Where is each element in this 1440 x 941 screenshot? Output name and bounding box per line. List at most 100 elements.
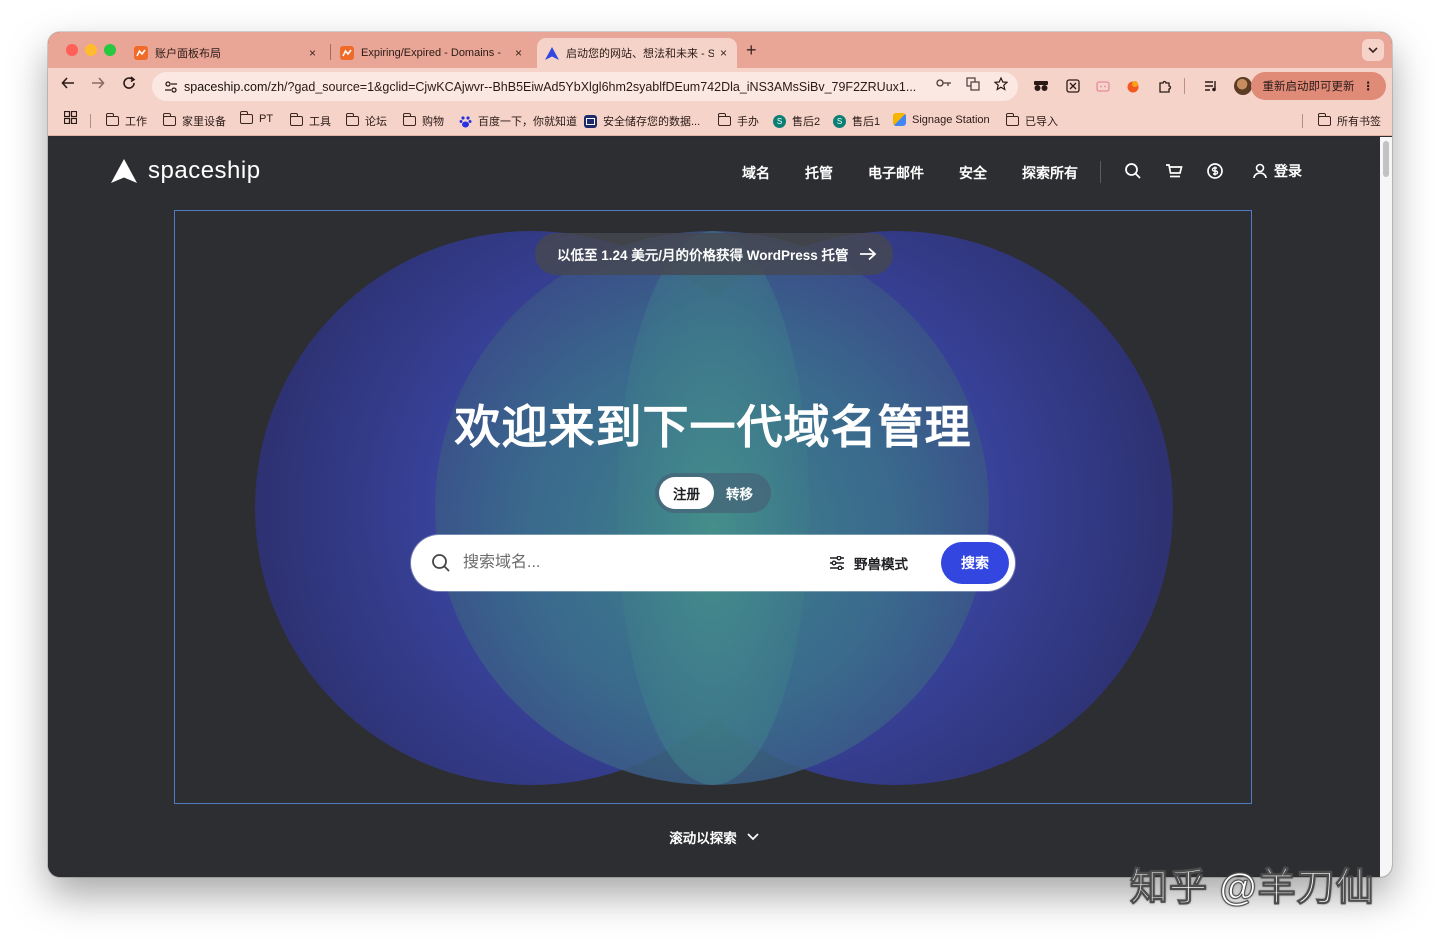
scrollbar-thumb[interactable] — [1383, 141, 1389, 177]
profile-avatar[interactable] — [1234, 77, 1252, 95]
zoom-window-button[interactable] — [104, 44, 116, 56]
bookmark-folder-shopping[interactable]: 购物 — [403, 113, 444, 129]
nav-explore-all[interactable]: 探索所有 — [1022, 163, 1078, 183]
minimize-window-button[interactable] — [85, 44, 97, 56]
folder-icon — [403, 113, 416, 126]
relaunch-update-button[interactable]: 重新启动即可更新 ⋮ — [1250, 72, 1386, 100]
site-header: spaceship 域名 托管 电子邮件 安全 探索所有 登录 — [48, 137, 1380, 207]
apps-grid-icon[interactable] — [64, 111, 77, 124]
tab-transfer[interactable]: 转移 — [712, 477, 767, 509]
tab-search-button[interactable] — [1362, 39, 1384, 61]
page-scrollbar[interactable] — [1380, 137, 1392, 877]
bookmark-divider — [90, 114, 91, 128]
bookmark-folder-home-devices[interactable]: 家里设备 — [163, 113, 226, 129]
bookmark-after-sales-1[interactable]: S 售后1 — [833, 113, 880, 129]
back-button[interactable] — [58, 76, 78, 95]
search-icon — [432, 554, 450, 572]
nav-email[interactable]: 电子邮件 — [868, 163, 924, 183]
login-button[interactable]: 登录 — [1253, 161, 1302, 181]
translate-icon[interactable] — [966, 77, 980, 94]
spaceship-logo[interactable]: spaceship — [110, 157, 261, 185]
toolbar-divider — [1184, 78, 1185, 94]
close-tab-icon[interactable]: × — [720, 46, 727, 60]
reload-icon — [123, 76, 136, 89]
scroll-to-explore[interactable]: 滚动以探索 — [48, 827, 1380, 847]
extension-cross-icon[interactable] — [1064, 77, 1082, 95]
close-tab-icon[interactable]: × — [515, 46, 522, 60]
extension-glasses-icon[interactable] — [1032, 77, 1050, 95]
folder-icon — [718, 113, 731, 126]
sharepoint-icon: S — [833, 114, 846, 128]
nav-hosting[interactable]: 托管 — [805, 163, 833, 183]
tab-title: Expiring/Expired - Domains - — [361, 47, 501, 59]
folder-icon — [346, 113, 359, 126]
tab-strip: 账户面板布局 × Expiring/Expired - Domains - × … — [48, 32, 1392, 68]
bookmark-folder-forum[interactable]: 论坛 — [346, 113, 387, 129]
web-page: spaceship 域名 托管 电子邮件 安全 探索所有 登录 以低至 1.24… — [48, 137, 1380, 877]
spaceship-logo-icon — [111, 159, 137, 183]
reload-button[interactable] — [119, 76, 139, 95]
bookmark-folder-pt[interactable]: PT — [240, 111, 273, 125]
promo-text: 以低至 1.24 美元/月的价格获得 WordPress 托管 — [557, 248, 849, 263]
bookmark-folder-work[interactable]: 工作 — [106, 113, 147, 129]
extensions-puzzle-icon[interactable] — [1156, 77, 1174, 95]
forward-button[interactable] — [88, 76, 108, 95]
scroll-hint-label: 滚动以探索 — [669, 831, 737, 846]
bookmark-star-icon[interactable] — [993, 76, 1009, 94]
cart-icon[interactable] — [1165, 162, 1183, 180]
close-window-button[interactable] — [66, 44, 78, 56]
sliders-icon — [830, 556, 844, 570]
spaceship-favicon-icon — [545, 46, 559, 60]
zhihu-watermark: 知乎 @羊刀仙 — [1130, 867, 1375, 910]
bookmarks-bar: 工作 家里设备 PT 工具 论坛 购物 百度一下，你就知道 安全储存您的数据..… — [48, 104, 1392, 136]
extension-bilibili-icon[interactable] — [1094, 77, 1112, 95]
beast-mode-button[interactable]: 野兽模式 — [829, 553, 908, 573]
bookmark-baidu[interactable]: 百度一下，你就知道 — [459, 113, 577, 129]
bookmark-signage-station[interactable]: Signage Station — [893, 113, 990, 126]
address-bar[interactable]: spaceship.com/zh/?gad_source=1&gclid=Cjw… — [152, 72, 1018, 101]
tab-register[interactable]: 注册 — [659, 477, 714, 509]
browser-window: 账户面板布局 × Expiring/Expired - Domains - × … — [48, 32, 1392, 877]
chart-favicon-icon — [340, 46, 354, 60]
folder-icon — [163, 113, 176, 126]
user-icon — [1253, 163, 1267, 179]
hero-headline: 欢迎来到下一代域名管理 — [454, 401, 972, 453]
bookmark-after-sales-2[interactable]: S 售后2 — [773, 113, 820, 129]
site-info-icon[interactable] — [158, 77, 184, 97]
tab-divider — [330, 44, 331, 60]
tab-account-panel[interactable]: 账户面板布局 × — [126, 38, 326, 68]
login-label: 登录 — [1274, 163, 1302, 179]
nav-domains[interactable]: 域名 — [742, 163, 770, 183]
currency-icon[interactable] — [1206, 162, 1224, 180]
all-bookmarks-folder[interactable]: 所有书签 — [1318, 113, 1381, 129]
close-tab-icon[interactable]: × — [309, 46, 316, 60]
wordpress-promo-banner[interactable]: 以低至 1.24 美元/月的价格获得 WordPress 托管 — [535, 233, 893, 275]
main-nav: 域名 托管 电子邮件 安全 探索所有 — [742, 163, 1113, 183]
tab-expiring-domains[interactable]: Expiring/Expired - Domains - × — [332, 38, 532, 68]
extension-orange-icon[interactable] — [1124, 77, 1142, 95]
new-tab-button[interactable]: + — [746, 40, 757, 61]
tab-spaceship[interactable]: 启动您的网站、想法和未来 - S × — [537, 38, 737, 68]
bookmark-folder-imported[interactable]: 已导入 — [1006, 113, 1058, 129]
folder-icon — [1006, 113, 1019, 126]
baidu-icon — [459, 115, 472, 128]
search-button[interactable]: 搜索 — [941, 542, 1009, 584]
storage-icon — [584, 114, 597, 128]
nav-security[interactable]: 安全 — [959, 163, 987, 183]
folder-icon — [240, 111, 253, 124]
logo-text: spaceship — [148, 157, 261, 184]
domain-search-bar: 野兽模式 搜索 — [411, 535, 1015, 591]
tab-title: 账户面板布局 — [155, 48, 221, 60]
password-key-icon[interactable] — [936, 77, 952, 94]
media-playlist-icon[interactable] — [1202, 77, 1220, 95]
bookmark-folder-tools[interactable]: 工具 — [290, 113, 331, 129]
bookmark-folder-figures[interactable]: 手办 — [718, 113, 759, 129]
relaunch-label: 重新启动即可更新 — [1262, 81, 1355, 93]
search-icon[interactable] — [1124, 162, 1142, 180]
more-menu-icon[interactable]: ⋮ — [1363, 79, 1375, 93]
domain-search-input[interactable] — [463, 549, 793, 577]
sharepoint-icon: S — [773, 114, 786, 128]
bookmark-secure-storage[interactable]: 安全储存您的数据... — [584, 113, 700, 129]
folder-icon — [106, 113, 119, 126]
register-transfer-toggle: 注册 转移 — [655, 473, 771, 513]
